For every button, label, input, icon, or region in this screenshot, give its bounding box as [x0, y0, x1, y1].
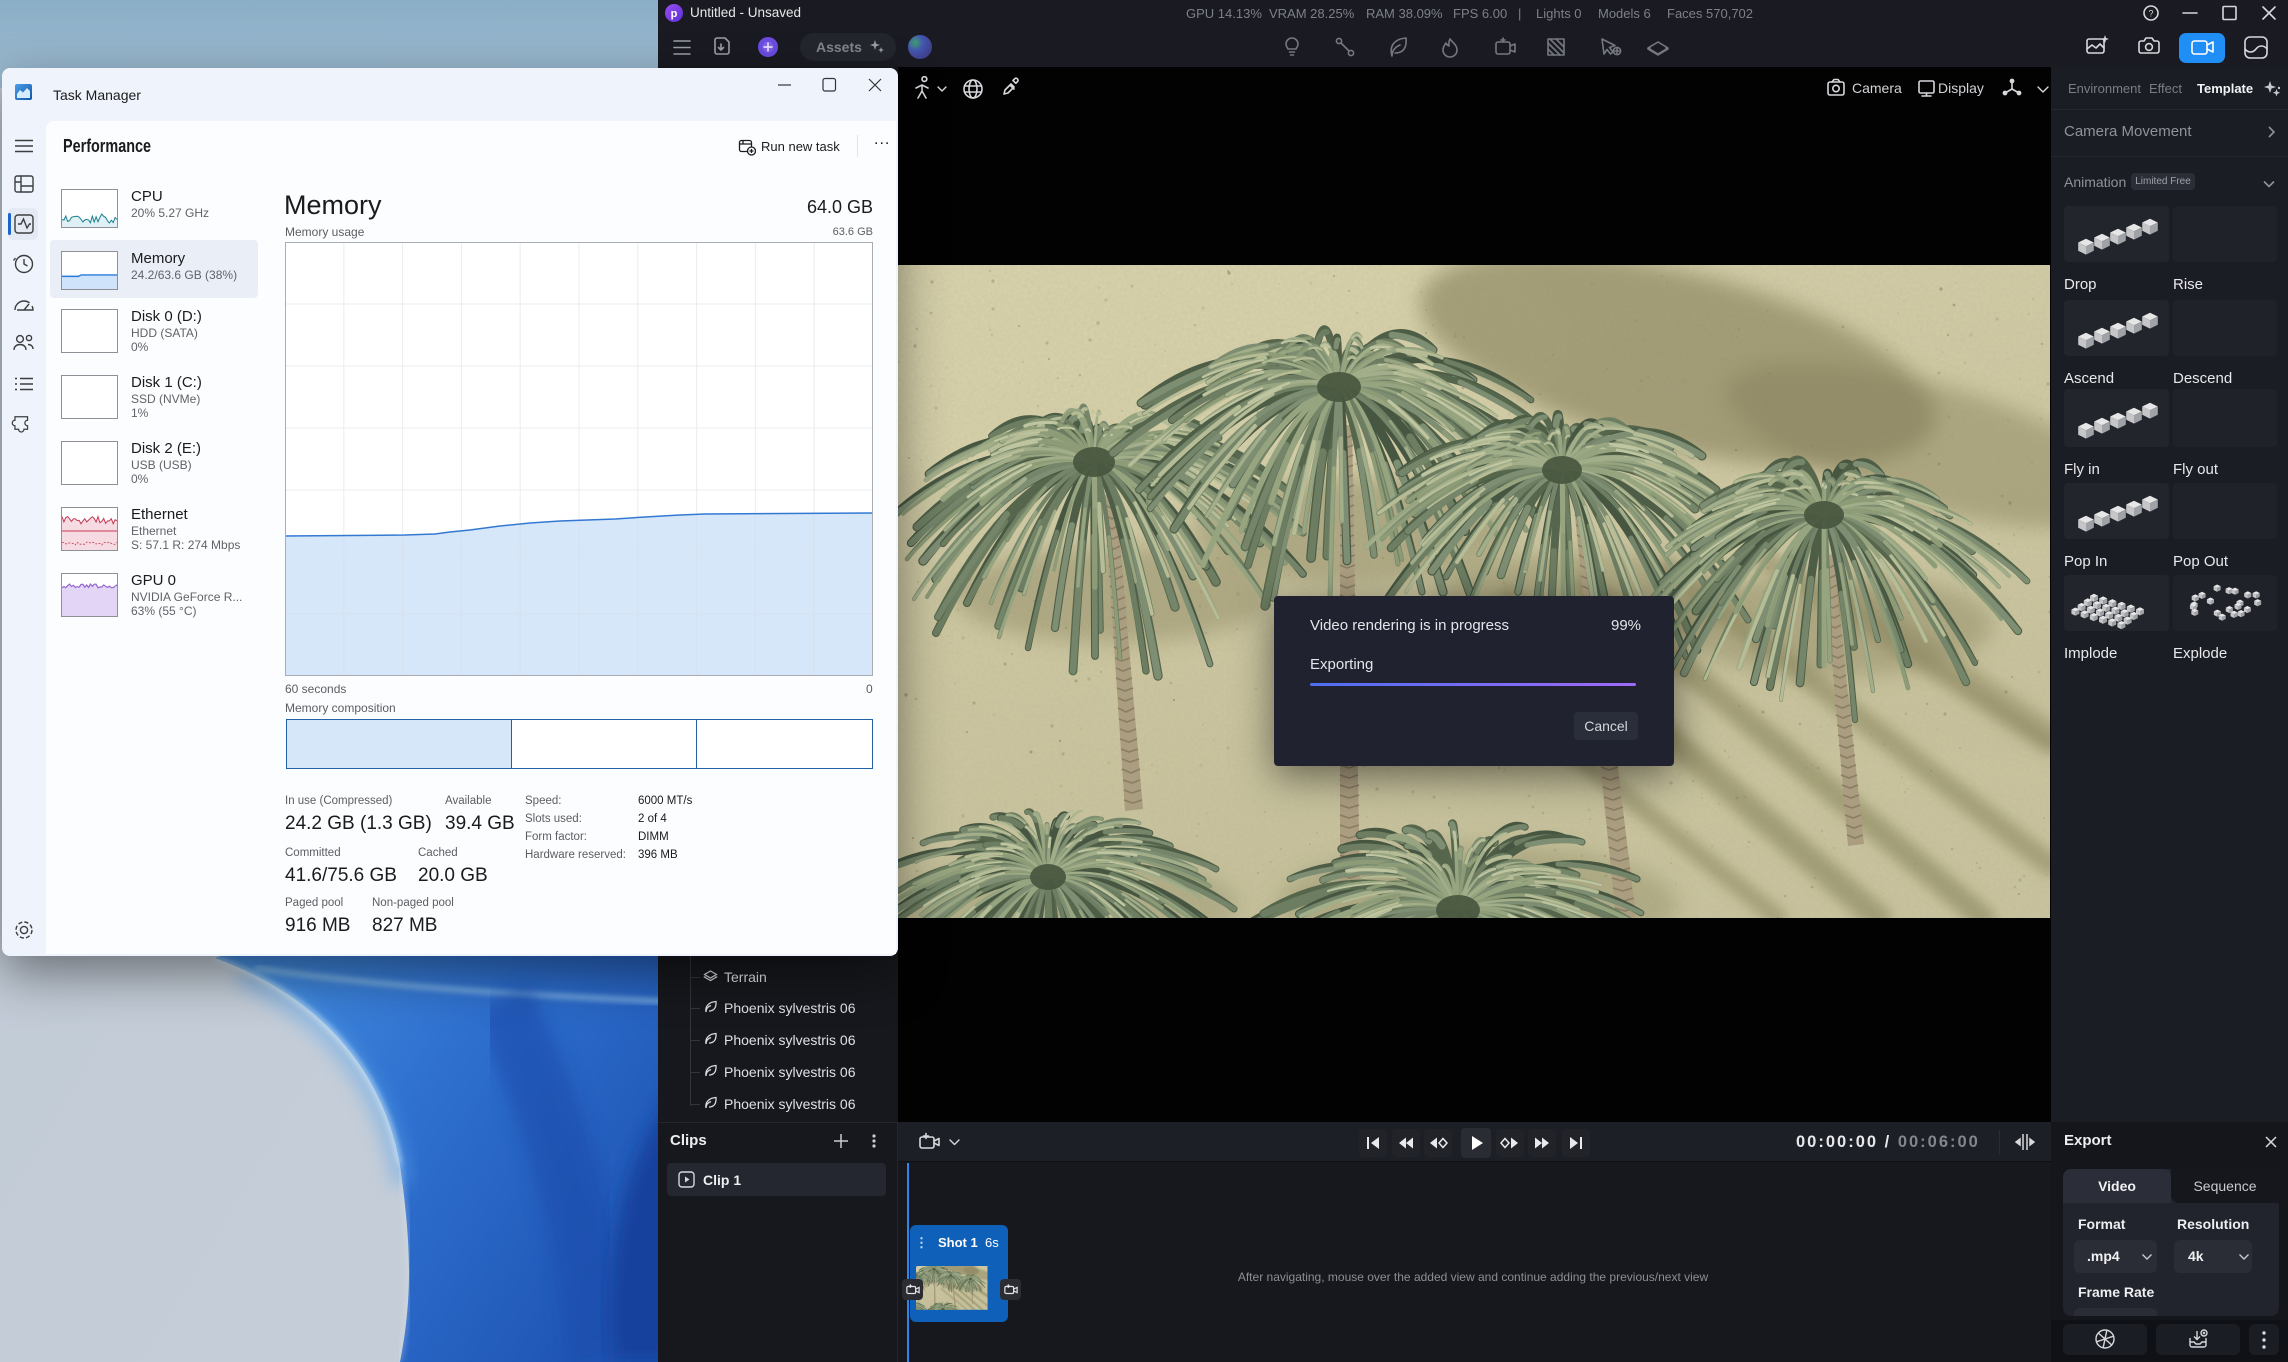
svg-text:?: ? [2148, 9, 2153, 19]
svg-text:p: p [671, 8, 678, 20]
